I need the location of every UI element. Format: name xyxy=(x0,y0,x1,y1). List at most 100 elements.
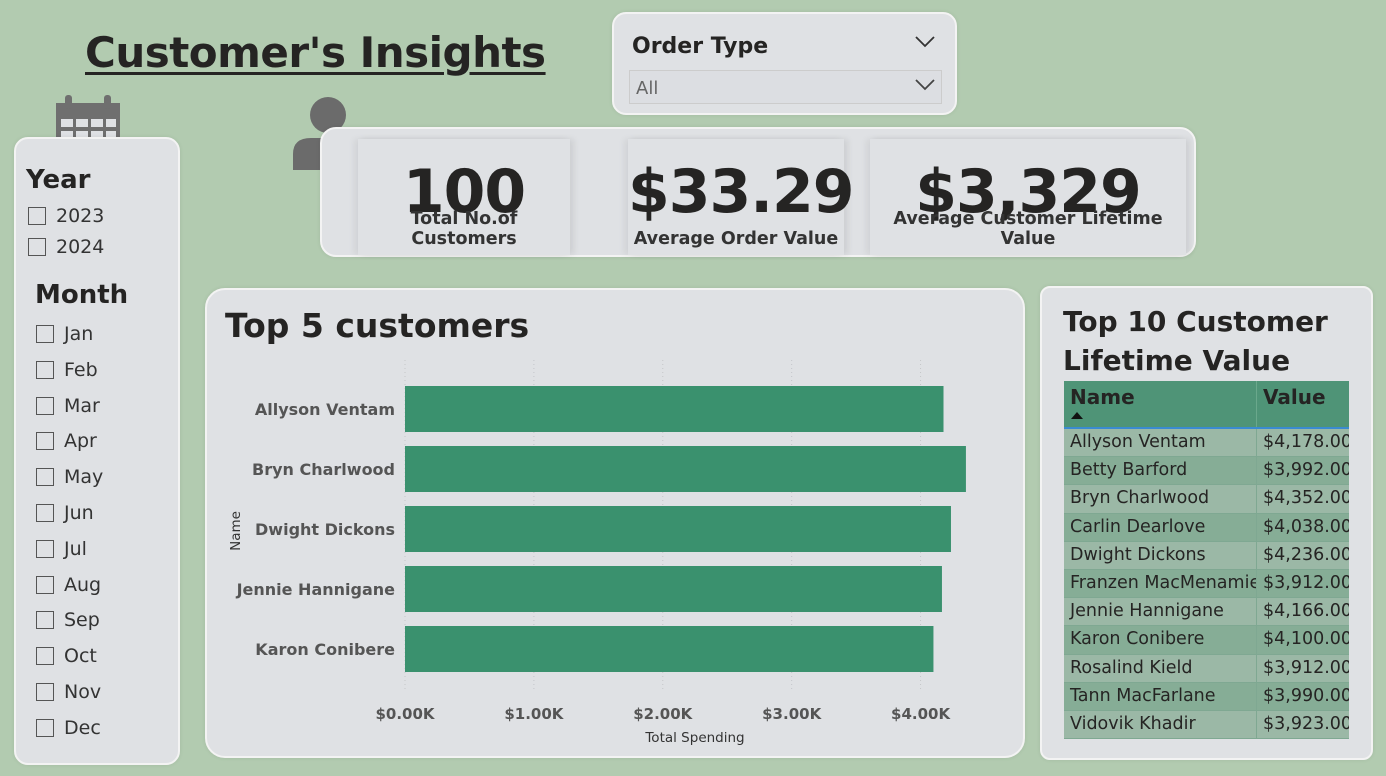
month-option-label: Jun xyxy=(64,502,94,524)
table-row[interactable]: Betty Barford $3,992.00 xyxy=(1064,457,1349,486)
table-row[interactable]: Dwight Dickons $4,236.00 xyxy=(1064,541,1349,570)
year-option-label: 2023 xyxy=(56,205,105,227)
month-option-label: Jul xyxy=(64,537,87,560)
table-header: Name Value xyxy=(1064,381,1349,429)
table-row[interactable]: Tann MacFarlane $3,990.00 xyxy=(1064,682,1349,711)
kpi-label: Average Order Value xyxy=(633,229,839,249)
month-option-nov[interactable]: Nov xyxy=(36,681,101,703)
top10-table: Name Value Allyson Ventam $4,178.00 Betty … xyxy=(1064,381,1349,740)
checkbox[interactable] xyxy=(36,718,54,737)
order-type-slicer: Order Type All xyxy=(612,12,957,115)
cell-name: Betty Barford xyxy=(1064,457,1257,485)
cell-name: Tann MacFarlane xyxy=(1064,682,1257,710)
table-row[interactable]: Bryn Charlwood $4,352.00 xyxy=(1064,485,1349,514)
month-option-may[interactable]: May xyxy=(36,466,103,488)
checkbox[interactable] xyxy=(36,504,54,522)
kpi-value: $33.29 xyxy=(628,157,855,227)
year-option-2024[interactable]: 2024 xyxy=(28,236,104,258)
cell-value: $3,912.00 xyxy=(1263,572,1349,593)
cell-value: $4,038.00 xyxy=(1263,516,1349,537)
checkbox[interactable] xyxy=(36,683,54,701)
checkbox[interactable] xyxy=(36,611,54,630)
month-option-oct[interactable]: Oct xyxy=(36,645,97,667)
month-option-label: Oct xyxy=(64,645,97,668)
date-slicer-panel: Year 2023 2024 Month Jan Feb Mar Apr May Jun Ju… xyxy=(14,137,180,765)
category-label: Karon Conibere xyxy=(255,640,395,659)
bar[interactable] xyxy=(405,566,942,612)
order-type-dropdown[interactable]: All xyxy=(629,70,942,104)
checkbox[interactable] xyxy=(36,647,54,666)
kpi-card-total-customers: 100 Total No.of Customers xyxy=(358,139,570,255)
checkbox[interactable] xyxy=(36,575,54,594)
category-label: Dwight Dickons xyxy=(255,520,395,539)
cell-value: $3,990.00 xyxy=(1263,685,1349,706)
table-row[interactable]: Allyson Ventam $4,178.00 xyxy=(1064,429,1349,458)
month-option-label: Aug xyxy=(64,573,102,596)
tick-label: $4.00K xyxy=(891,705,951,723)
month-option-jun[interactable]: Jun xyxy=(36,502,94,524)
table-row[interactable]: Vidovik Khadir $3,923.00 xyxy=(1064,710,1349,740)
cell-name: Karon Conibere xyxy=(1064,626,1257,654)
checkbox[interactable] xyxy=(36,468,54,487)
category-label: Jennie Hannigane xyxy=(236,580,396,599)
bar[interactable] xyxy=(405,626,934,672)
checkbox[interactable] xyxy=(36,432,54,451)
month-option-feb[interactable]: Feb xyxy=(36,359,98,381)
month-option-sep[interactable]: Sep xyxy=(36,609,100,631)
table-row[interactable]: Franzen MacMenamie $3,912.00 xyxy=(1064,569,1349,599)
table-row[interactable]: Rosalind Kield $3,912.00 xyxy=(1064,654,1349,683)
table-title-line1: Top 10 Customer xyxy=(1063,305,1328,338)
kpi-label: Average Customer Lifetime Value xyxy=(893,209,1163,249)
checkbox[interactable] xyxy=(28,238,46,256)
top5-chart-card: Top 5 customers Allyson Ventam Bryn Charl… xyxy=(205,288,1025,758)
chevron-down-icon xyxy=(915,79,935,91)
bar[interactable] xyxy=(405,386,944,432)
month-option-label: May xyxy=(64,466,104,489)
top10-table-card: Top 10 Customer Lifetime Value Name Valu… xyxy=(1040,286,1373,760)
cell-value: $3,923.00 xyxy=(1263,713,1349,734)
cell-value: $4,166.00 xyxy=(1263,601,1349,622)
table-title-line2: Lifetime Value xyxy=(1063,344,1291,377)
month-option-mar[interactable]: Mar xyxy=(36,395,100,417)
kpi-label: Total No.of Customers xyxy=(410,209,518,249)
cell-name: Rosalind Kield xyxy=(1064,654,1257,682)
bar[interactable] xyxy=(405,506,951,552)
checkbox[interactable] xyxy=(36,539,54,558)
bar[interactable] xyxy=(405,446,966,492)
order-type-label: Order Type xyxy=(632,34,769,59)
year-slicer-title: Year xyxy=(26,165,91,195)
cell-name: Jennie Hannigane xyxy=(1064,598,1257,626)
checkbox[interactable] xyxy=(36,396,54,415)
cell-value: $4,352.00 xyxy=(1263,488,1349,509)
cell-name: Allyson Ventam xyxy=(1064,429,1257,457)
month-option-label: Mar xyxy=(64,394,100,417)
month-option-jul[interactable]: Jul xyxy=(36,538,87,560)
checkbox[interactable] xyxy=(36,325,54,343)
month-option-dec[interactable]: Dec xyxy=(36,717,101,739)
chevron-down-icon[interactable] xyxy=(915,36,935,48)
cell-name: Vidovik Khadir xyxy=(1064,710,1257,739)
tick-label: $3.00K xyxy=(762,705,822,723)
cell-name: Franzen MacMenamie xyxy=(1064,569,1257,598)
cell-name: Bryn Charlwood xyxy=(1064,485,1257,513)
table-row[interactable]: Karon Conibere $4,100.00 xyxy=(1064,626,1349,655)
month-option-label: Feb xyxy=(64,358,98,381)
column-header-value[interactable]: Value xyxy=(1257,381,1349,427)
cell-name: Carlin Dearlove xyxy=(1064,513,1257,541)
tick-label: $1.00K xyxy=(504,705,564,723)
category-label: Bryn Charlwood xyxy=(252,460,395,479)
month-slicer-title: Month xyxy=(35,280,129,310)
checkbox[interactable] xyxy=(36,360,54,379)
month-option-aug[interactable]: Aug xyxy=(36,574,101,596)
table-row[interactable]: Carlin Dearlove $4,038.00 xyxy=(1064,513,1349,542)
month-option-apr[interactable]: Apr xyxy=(36,430,97,452)
month-option-label: Jan xyxy=(64,323,94,345)
column-header-name[interactable]: Name xyxy=(1064,381,1257,427)
year-option-label: 2024 xyxy=(56,236,105,258)
month-option-label: Dec xyxy=(64,716,101,739)
month-option-jan[interactable]: Jan xyxy=(36,323,93,345)
checkbox[interactable] xyxy=(28,207,46,225)
month-option-label: Sep xyxy=(64,609,100,632)
year-option-2023[interactable]: 2023 xyxy=(28,205,104,227)
table-row[interactable]: Jennie Hannigane $4,166.00 xyxy=(1064,598,1349,627)
